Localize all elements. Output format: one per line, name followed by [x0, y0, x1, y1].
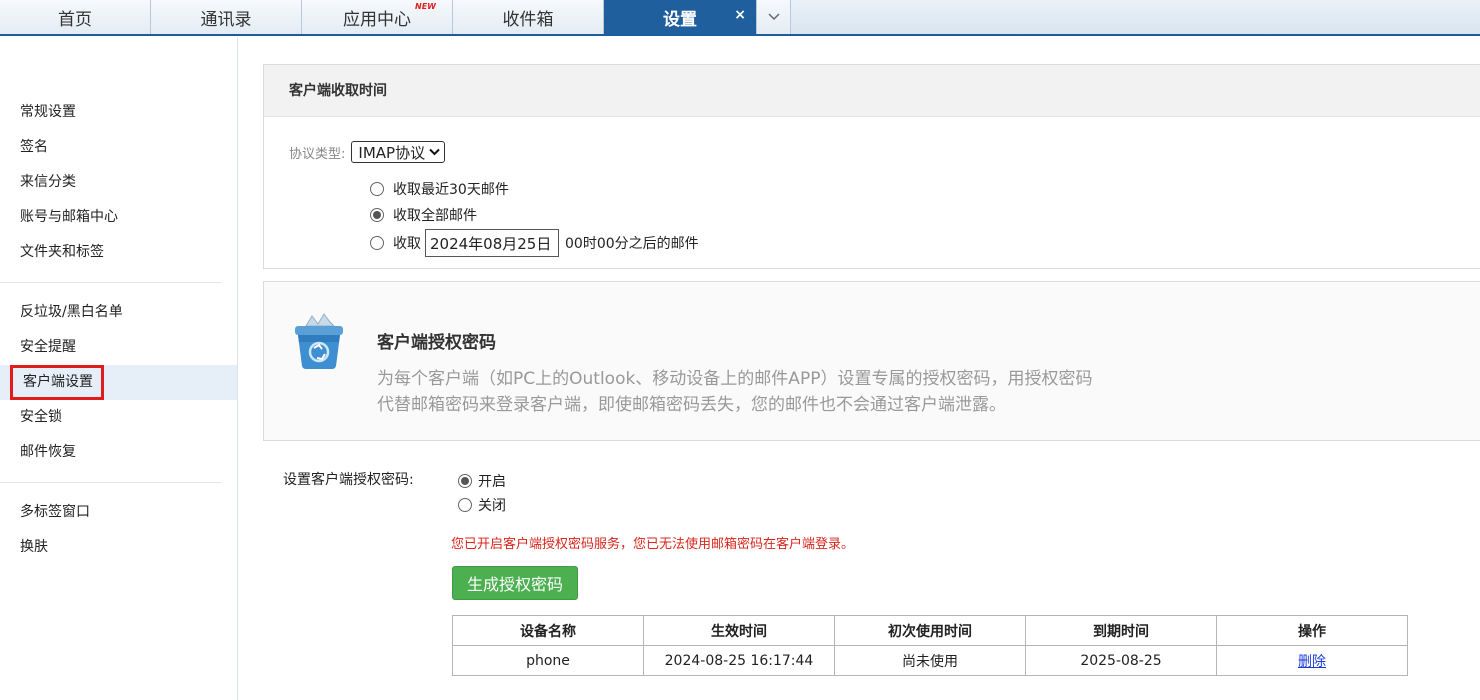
table-row: phone 2024-08-25 16:17:44 尚未使用 2025-08-2… [452, 645, 1408, 676]
fetch-option-custom[interactable]: 收取 2024年08月25日 00时00分之后的邮件 [370, 229, 699, 257]
sidebar-item-folders-labels[interactable]: 文件夹和标签 [0, 235, 237, 270]
option-label: 开启 [478, 474, 506, 490]
tab-settings[interactable]: 设置 × [604, 0, 757, 34]
sidebar-group-general: 常规设置 签名 来信分类 账号与邮箱中心 文件夹和标签 [0, 95, 237, 270]
fetch-option-30days[interactable]: 收取最近30天邮件 [370, 179, 509, 199]
sidebar-divider [0, 482, 222, 483]
date-input[interactable]: 2024年08月25日 [425, 229, 559, 257]
column-header: 生效时间 [643, 615, 835, 646]
option-suffix: 00时00分之后的邮件 [565, 236, 699, 252]
option-label: 收取 [393, 236, 421, 252]
chevron-down-icon [429, 148, 440, 156]
expiry-time: 2025-08-25 [1025, 645, 1217, 676]
sidebar-item-security-alerts[interactable]: 安全提醒 [0, 330, 237, 365]
protocol-select[interactable]: IMAP协议 [351, 141, 446, 163]
chevron-down-icon [767, 13, 780, 21]
option-label: 关闭 [478, 498, 506, 514]
sidebar-group-ui: 多标签窗口 换肤 [0, 495, 237, 565]
radio-button[interactable] [370, 208, 384, 222]
tab-label: 设置 [663, 9, 697, 30]
option-label: 收取全部邮件 [393, 208, 477, 224]
tab-home[interactable]: 首页 [0, 0, 151, 34]
sidebar-item-security-lock[interactable]: 安全锁 [0, 400, 237, 435]
protocol-label: 协议类型: [289, 146, 346, 162]
sidebar-item-signature[interactable]: 签名 [0, 130, 237, 165]
panel-title: 客户端收取时间 [264, 65, 1480, 117]
radio-button[interactable] [370, 236, 384, 250]
devices-table: 设备名称 生效时间 初次使用时间 到期时间 操作 phone 2024-08-2… [452, 615, 1408, 676]
device-name: phone [452, 645, 644, 676]
protocol-value: IMAP协议 [358, 143, 426, 162]
settings-sidebar: 常规设置 签名 来信分类 账号与邮箱中心 文件夹和标签 反垃圾/黑白名单 安全提… [0, 37, 238, 700]
auth-option-off[interactable]: 关闭 [458, 495, 506, 515]
recycle-bin-icon [295, 313, 343, 369]
auth-option-on[interactable]: 开启 [458, 471, 506, 491]
new-badge: NEW [415, 2, 436, 11]
sidebar-item-mail-filter[interactable]: 来信分类 [0, 165, 237, 200]
column-header: 到期时间 [1025, 615, 1217, 646]
panel-description: 为每个客户端（如PC上的Outlook、移动设备上的邮件APP）设置专属的授权密… [377, 369, 1093, 415]
tab-label: 收件箱 [502, 9, 554, 30]
tab-label: 应用中心 [343, 9, 411, 30]
warning-message: 您已开启客户端授权密码服务，您已无法使用邮箱密码在客户端登录。 [451, 537, 855, 552]
sidebar-item-client-settings[interactable]: 客户端设置 [0, 365, 237, 400]
sidebar-item-skin[interactable]: 换肤 [0, 530, 237, 565]
sidebar-item-antispam[interactable]: 反垃圾/黑白名单 [0, 295, 237, 330]
tab-contacts[interactable]: 通讯录 [151, 0, 302, 34]
sidebar-item-label: 客户端设置 [10, 365, 104, 400]
tab-label: 首页 [58, 9, 92, 30]
sidebar-item-accounts[interactable]: 账号与邮箱中心 [0, 200, 237, 235]
sidebar-item-general[interactable]: 常规设置 [0, 95, 237, 130]
tab-app-center[interactable]: 应用中心 NEW [302, 0, 453, 34]
action-cell: 删除 [1216, 645, 1408, 676]
delete-link[interactable]: 删除 [1298, 654, 1326, 670]
protocol-row: 协议类型: IMAP协议 [289, 141, 446, 163]
option-label: 收取最近30天邮件 [393, 182, 509, 198]
effective-time: 2024-08-25 16:17:44 [643, 645, 835, 676]
fetch-time-panel: 客户端收取时间 协议类型: IMAP协议 收取最近30天邮件 收取全部邮件 收取… [263, 64, 1480, 269]
generate-password-button[interactable]: 生成授权密码 [452, 566, 578, 600]
table-header-row: 设备名称 生效时间 初次使用时间 到期时间 操作 [452, 615, 1408, 646]
column-header: 初次使用时间 [834, 615, 1026, 646]
auth-password-label: 设置客户端授权密码: [283, 472, 414, 488]
settings-content: 客户端收取时间 协议类型: IMAP协议 收取最近30天邮件 收取全部邮件 收取… [238, 37, 1480, 700]
radio-button[interactable] [458, 474, 472, 488]
sidebar-divider [0, 282, 222, 283]
tab-more-button[interactable] [757, 0, 791, 34]
tab-bar-fill [791, 0, 1480, 34]
tab-inbox[interactable]: 收件箱 [453, 0, 604, 34]
radio-button[interactable] [458, 498, 472, 512]
sidebar-group-security: 反垃圾/黑白名单 安全提醒 客户端设置 安全锁 邮件恢复 [0, 295, 237, 470]
tab-label: 通讯录 [200, 9, 252, 30]
column-header: 设备名称 [452, 615, 644, 646]
panel-title: 客户端授权密码 [377, 333, 496, 353]
sidebar-item-mail-recovery[interactable]: 邮件恢复 [0, 435, 237, 470]
first-use-time: 尚未使用 [834, 645, 1026, 676]
column-header: 操作 [1216, 615, 1408, 646]
top-tab-bar: 首页 通讯录 应用中心 NEW 收件箱 设置 × [0, 0, 1480, 36]
sidebar-item-multitab[interactable]: 多标签窗口 [0, 495, 237, 530]
radio-button[interactable] [370, 182, 384, 196]
close-icon[interactable]: × [734, 7, 746, 23]
auth-password-panel: 客户端授权密码 为每个客户端（如PC上的Outlook、移动设备上的邮件APP）… [263, 281, 1480, 441]
fetch-option-all[interactable]: 收取全部邮件 [370, 205, 477, 225]
